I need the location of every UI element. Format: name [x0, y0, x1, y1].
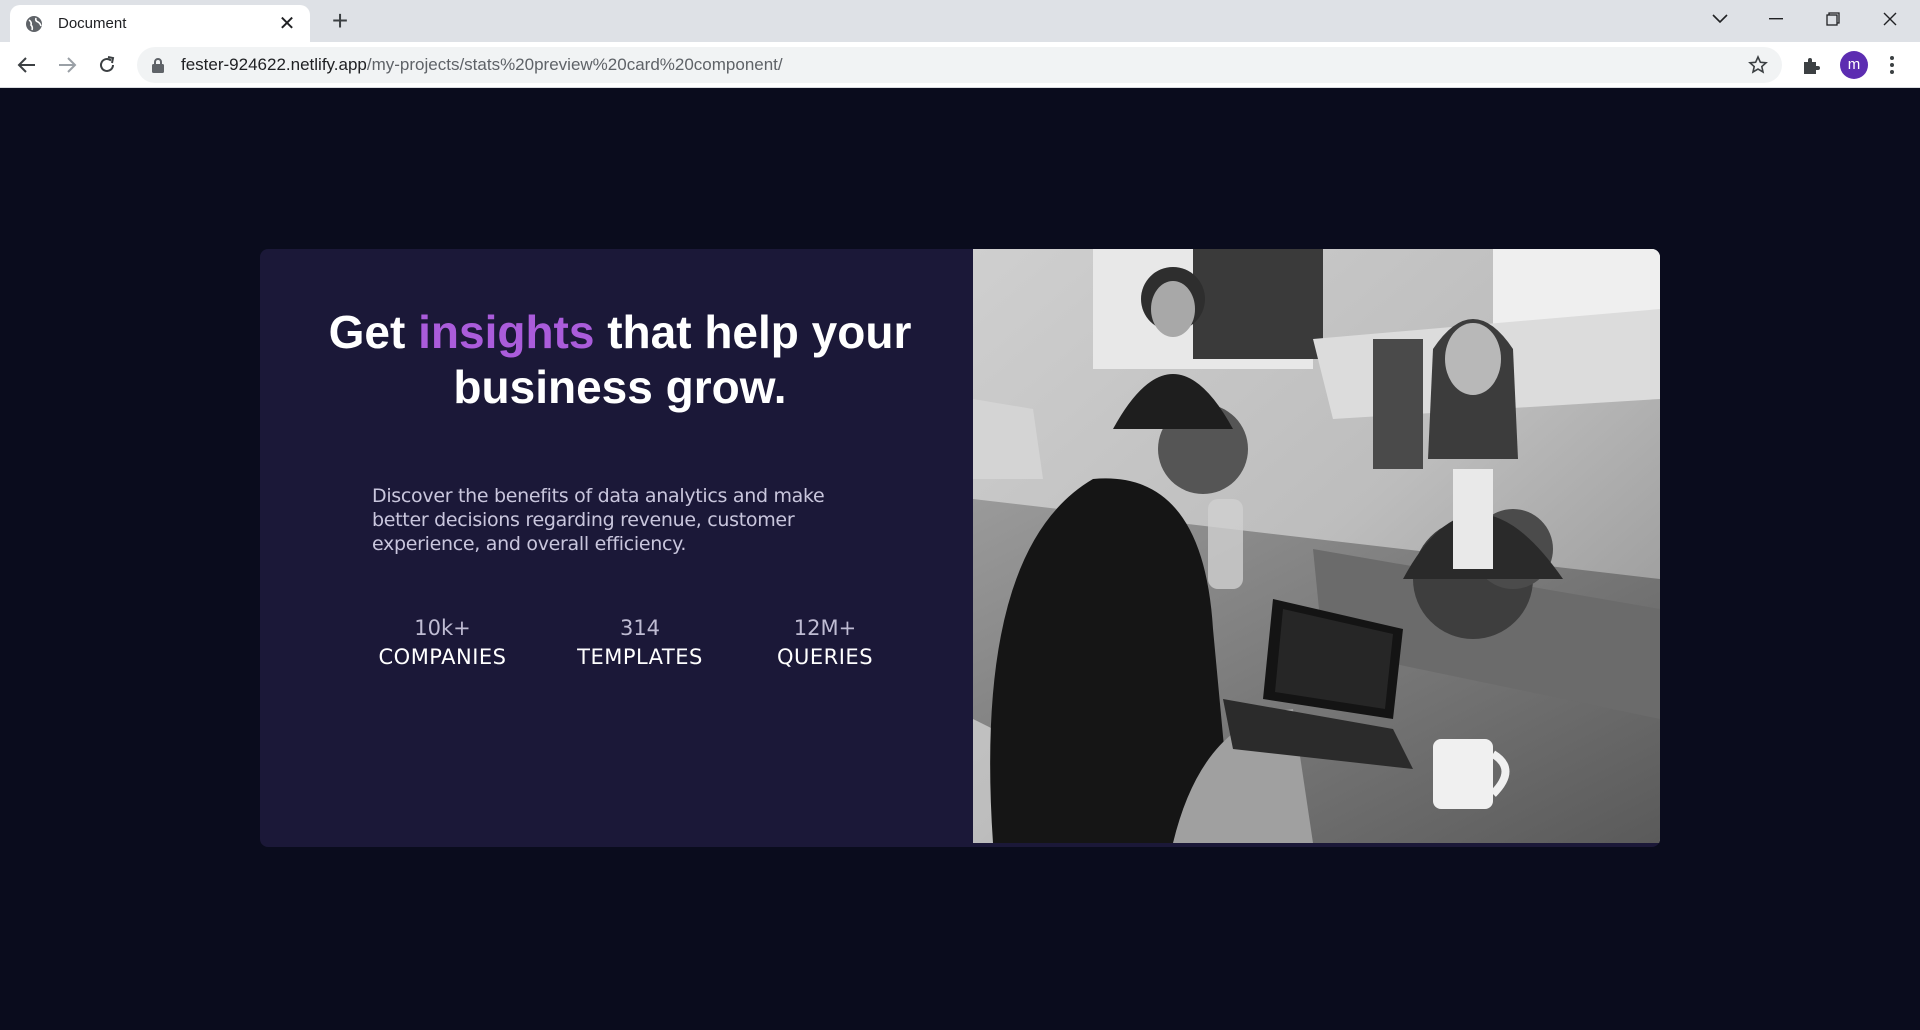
close-icon: [1883, 12, 1897, 26]
card-content: Get insights that help your business gro…: [260, 249, 973, 847]
close-tab-icon[interactable]: ✕: [278, 14, 296, 34]
restore-button[interactable]: [1805, 0, 1861, 38]
more-menu-icon[interactable]: [1885, 54, 1899, 76]
stat-value: 12M+: [793, 616, 857, 640]
tab-strip: Document ✕ +: [0, 0, 1920, 42]
tab-document[interactable]: Document ✕: [10, 5, 310, 42]
reload-button[interactable]: [92, 50, 122, 80]
headline-accent: insights: [418, 306, 595, 358]
minimize-icon: [1769, 18, 1783, 20]
tab-title: Document: [58, 15, 127, 32]
address-bar[interactable]: fester-924622.netlify.app/my-projects/st…: [137, 47, 1782, 83]
stat-templates: 314 TEMPLATES: [560, 614, 720, 672]
back-button[interactable]: [12, 50, 42, 80]
tab-search-button[interactable]: [1692, 0, 1748, 38]
extensions-puzzle-icon[interactable]: [1800, 54, 1822, 76]
globe-icon: [26, 15, 42, 32]
arrow-left-icon: [17, 57, 35, 73]
stat-label: COMPANIES: [378, 645, 507, 669]
stat-value: 314: [619, 616, 661, 640]
stat-companies: 10k+ COMPANIES: [360, 614, 525, 672]
url-host: fester-924622.netlify.app: [181, 55, 367, 74]
stat-value: 10k+: [414, 616, 471, 640]
new-tab-button[interactable]: +: [325, 6, 355, 36]
forward-button[interactable]: [52, 50, 82, 80]
card-headline: Get insights that help your business gro…: [320, 305, 920, 415]
close-window-button[interactable]: [1862, 0, 1918, 38]
arrow-right-icon: [59, 57, 77, 73]
chevron-down-icon: [1712, 14, 1728, 24]
stat-label: TEMPLATES: [577, 645, 703, 669]
page-viewport: Get insights that help your business gro…: [0, 89, 1920, 1030]
minimize-button[interactable]: [1748, 0, 1804, 38]
stat-label: QUERIES: [776, 645, 874, 669]
restore-icon: [1826, 12, 1840, 26]
profile-avatar[interactable]: m: [1840, 51, 1868, 79]
office-team-photo: [973, 249, 1660, 843]
card-description: Discover the benefits of data analytics …: [372, 485, 825, 555]
stat-queries: 12M+ QUERIES: [750, 614, 900, 672]
url-path: /my-projects/stats%20preview%20card%20co…: [366, 55, 783, 74]
bookmark-star-icon[interactable]: [1748, 55, 1768, 75]
browser-toolbar: fester-924622.netlify.app/my-projects/st…: [0, 42, 1920, 88]
lock-icon: [152, 58, 164, 73]
headline-start: Get: [328, 306, 419, 358]
reload-icon: [100, 56, 115, 72]
stats-preview-card: Get insights that help your business gro…: [260, 249, 1660, 847]
